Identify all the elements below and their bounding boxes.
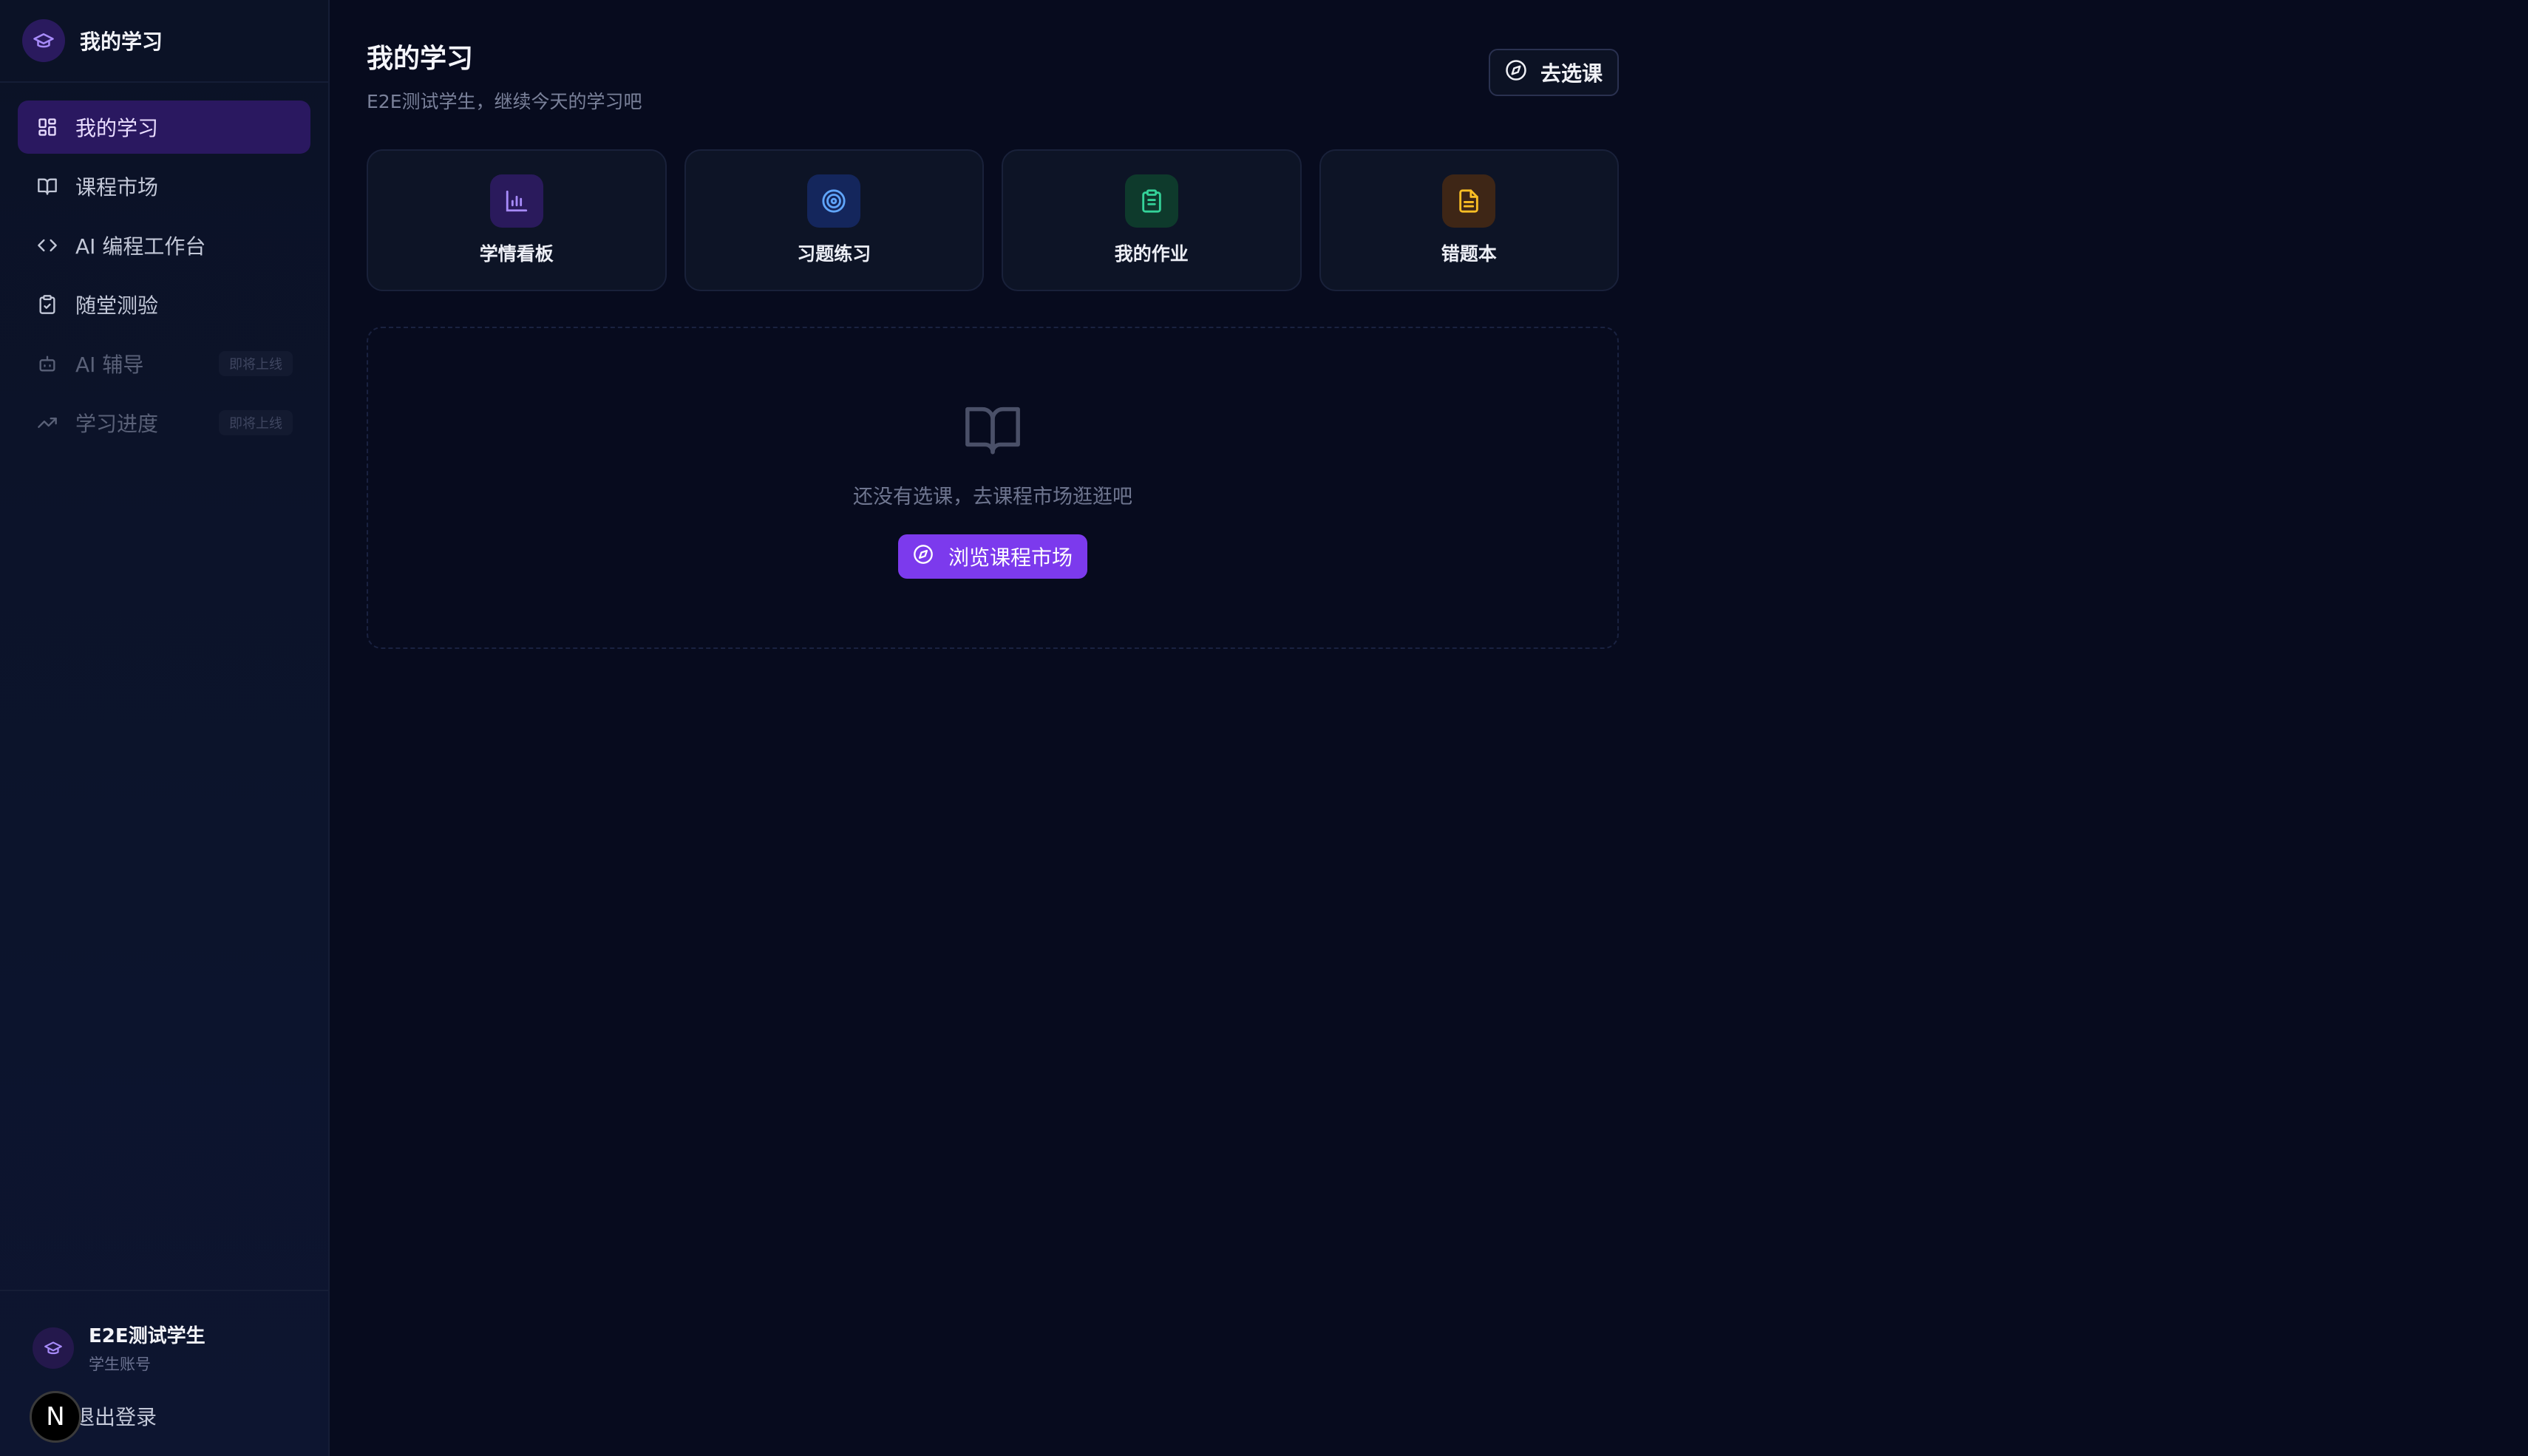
sidebar-item-ai-tutor: AI 辅导 即将上线 [18, 337, 310, 390]
sidebar-item-progress: 学习进度 即将上线 [18, 396, 310, 449]
sidebar: 我的学习 我的学习 课程市场 AI 编程工作台 随堂测验 AI 辅导 即将上线 … [0, 0, 330, 1456]
sidebar-item-quiz[interactable]: 随堂测验 [18, 278, 310, 331]
browse-market-button[interactable]: 浏览课程市场 [897, 534, 1087, 579]
compass-icon [913, 544, 934, 570]
target-icon [807, 174, 861, 228]
page-subtitle: E2E测试学生，继续今天的学习吧 [367, 91, 642, 112]
sidebar-item-course-market[interactable]: 课程市场 [18, 160, 310, 213]
market-button-label: 浏览课程市场 [948, 545, 1073, 570]
coming-soon-badge: 即将上线 [219, 410, 293, 435]
clipboard-list-icon [1124, 174, 1178, 228]
sidebar-item-label: 课程市场 [75, 175, 159, 200]
sidebar-item-ai-coding[interactable]: AI 编程工作台 [18, 219, 310, 272]
card-label: 我的作业 [1114, 243, 1189, 265]
card-label: 学情看板 [479, 243, 554, 265]
card-label: 习题练习 [797, 243, 871, 265]
file-text-icon [1442, 174, 1496, 228]
brand: 我的学习 [0, 0, 328, 83]
card-practice[interactable]: 习题练习 [684, 149, 984, 291]
avatar [33, 1327, 74, 1369]
empty-state: 还没有选课，去课程市场逛逛吧 浏览课程市场 [367, 327, 1619, 649]
code-icon [35, 234, 59, 257]
sidebar-nav: 我的学习 课程市场 AI 编程工作台 随堂测验 AI 辅导 即将上线 学习进度 … [0, 83, 328, 467]
browse-button-label: 去选课 [1540, 61, 1603, 86]
app-root: 我的学习 我的学习 课程市场 AI 编程工作台 随堂测验 AI 辅导 即将上线 … [0, 0, 2528, 1456]
sidebar-item-label: 随堂测验 [75, 293, 159, 318]
bot-icon [35, 352, 59, 375]
card-learning-dashboard[interactable]: 学情看板 [367, 149, 667, 291]
clipboard-check-icon [35, 293, 59, 316]
dev-tools-badge[interactable]: N [30, 1391, 81, 1443]
main-content: 我的学习 E2E测试学生，继续今天的学习吧 去选课 学情看板 习题练习 我的作业… [330, 0, 2528, 1456]
graduation-cap-icon [22, 19, 65, 62]
browse-courses-button[interactable]: 去选课 [1488, 49, 1619, 96]
sidebar-item-label: 我的学习 [75, 116, 159, 140]
card-label: 错题本 [1441, 243, 1497, 265]
user-name: E2E测试学生 [89, 1325, 205, 1347]
trending-up-icon [35, 411, 59, 435]
page-header: 我的学习 E2E测试学生，继续今天的学习吧 去选课 [367, 37, 1619, 114]
user-block: E2E测试学生 学生账号 N 退出登录 [0, 1290, 328, 1456]
logout-button[interactable]: N 退出登录 [30, 1391, 296, 1443]
page-title: 我的学习 [367, 44, 474, 74]
compass-icon [1505, 59, 1527, 86]
quick-access-cards: 学情看板 习题练习 我的作业 错题本 [367, 149, 1619, 291]
sidebar-item-label: AI 辅导 [75, 353, 144, 377]
user-profile: E2E测试学生 学生账号 [33, 1321, 296, 1375]
brand-title: 我的学习 [80, 30, 163, 54]
sidebar-item-my-learning[interactable]: 我的学习 [18, 101, 310, 154]
sidebar-item-label: 学习进度 [75, 412, 159, 436]
bar-chart-icon [489, 174, 543, 228]
user-role: 学生账号 [89, 1355, 151, 1373]
sidebar-item-label: AI 编程工作台 [75, 234, 206, 259]
card-mistake-book[interactable]: 错题本 [1319, 149, 1619, 291]
book-open-icon [962, 399, 1023, 463]
book-open-icon [35, 174, 59, 198]
empty-state-text: 还没有选课，去课程市场逛逛吧 [853, 486, 1132, 508]
dashboard-icon [35, 115, 59, 139]
coming-soon-badge: 即将上线 [219, 351, 293, 376]
card-homework[interactable]: 我的作业 [1002, 149, 1302, 291]
